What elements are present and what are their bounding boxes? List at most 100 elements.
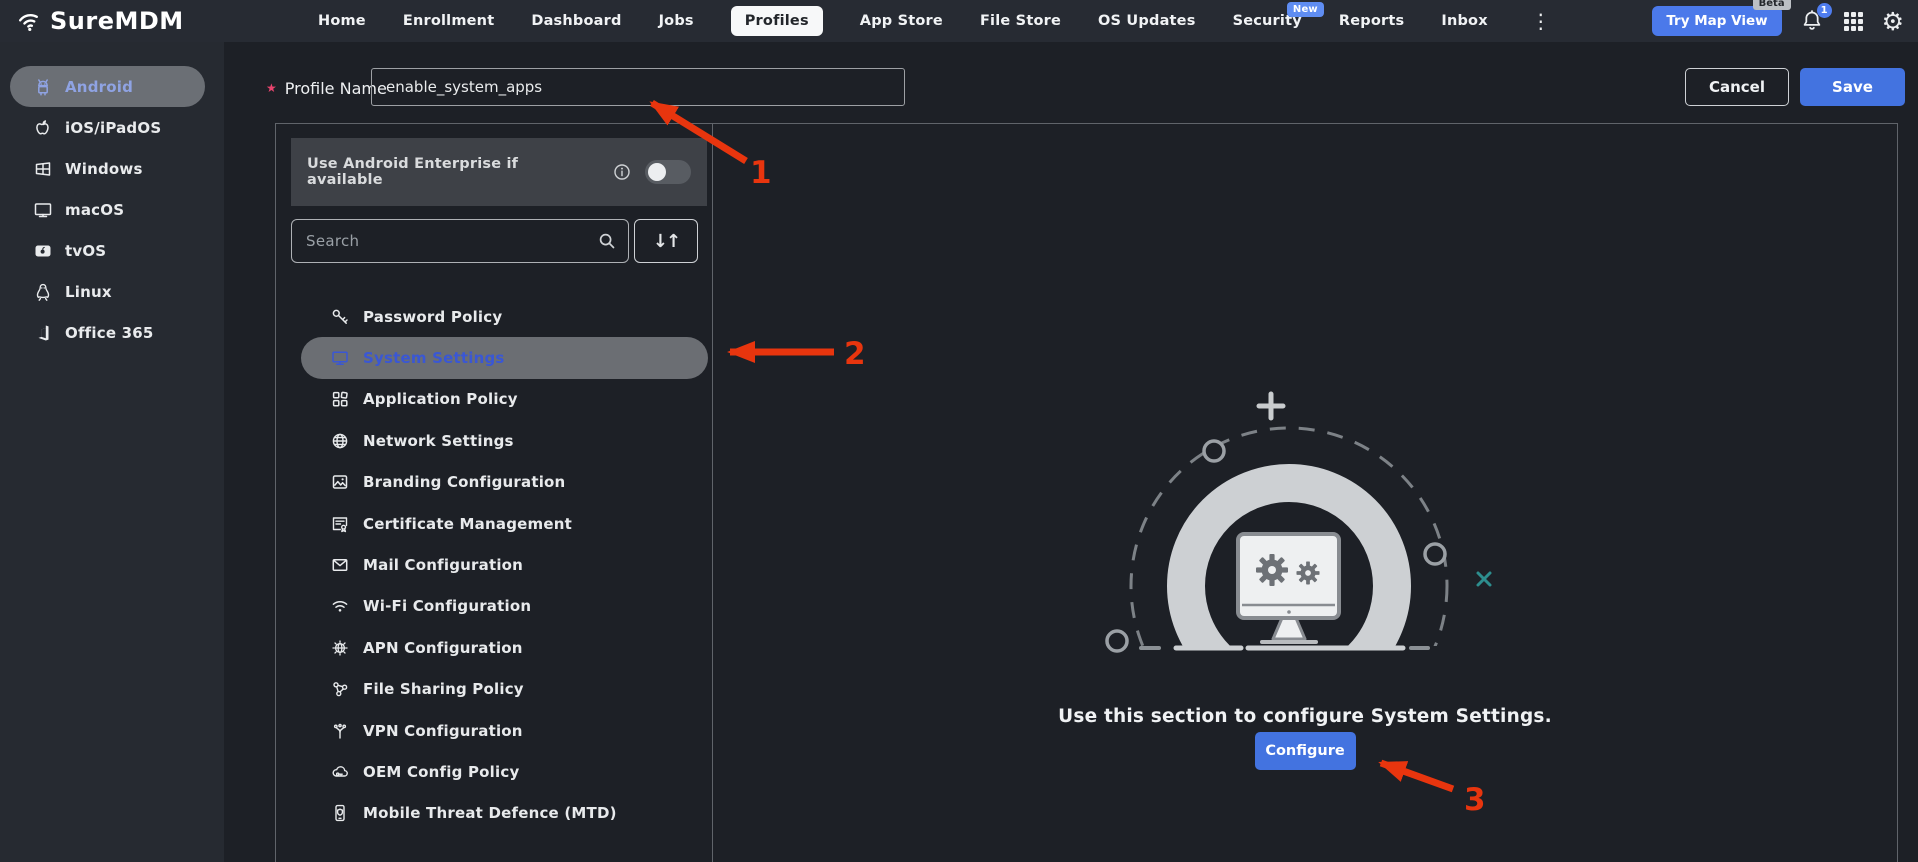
policy-item-label: APN Configuration: [363, 639, 523, 657]
policy-search-box: [291, 219, 629, 263]
search-icon: [598, 232, 616, 250]
nav-item-profiles[interactable]: Profiles: [731, 6, 823, 36]
policy-item-branding-configuration[interactable]: Branding Configuration: [301, 462, 708, 503]
new-badge: New: [1287, 2, 1324, 17]
sidebar-item-windows[interactable]: Windows: [0, 148, 224, 189]
nav-item-enrollment[interactable]: Enrollment: [403, 13, 494, 29]
sidebar-item-tvos[interactable]: tvOS: [0, 230, 224, 271]
section-caption: Use this section to configure System Set…: [713, 706, 1897, 727]
image-icon: [331, 473, 349, 491]
gear-globe-icon: [331, 639, 349, 657]
beta-badge: Beta: [1753, 0, 1791, 10]
policy-item-apn-configuration[interactable]: APN Configuration: [301, 627, 708, 668]
policy-item-label: System Settings: [363, 349, 505, 367]
policy-item-mobile-threat-defence[interactable]: Mobile Threat Defence (MTD): [301, 793, 708, 834]
save-button[interactable]: Save: [1800, 68, 1905, 106]
globe-icon: [331, 432, 349, 450]
android-enterprise-toggle[interactable]: [645, 160, 691, 184]
policy-item-label: VPN Configuration: [363, 722, 523, 740]
platform-sidebar: Android iOS/iPadOS Windows: [0, 42, 224, 862]
plus-decoration: [1259, 394, 1283, 418]
policy-item-vpn-configuration[interactable]: VPN Configuration: [301, 710, 708, 751]
sidebar-item-label: macOS: [65, 201, 124, 219]
policy-item-label: Password Policy: [363, 308, 502, 326]
try-map-view-label: Try Map View: [1666, 13, 1767, 29]
policy-item-password-policy[interactable]: Password Policy: [301, 296, 708, 337]
app-grid-icon: [331, 390, 349, 408]
mail-icon: [331, 556, 349, 574]
monitor-icon: [33, 200, 53, 220]
apple-tv-icon: [33, 241, 53, 261]
navbar-right-controls: Try Map View Beta 1 ⚙: [1652, 0, 1904, 42]
notification-count-badge: 1: [1817, 3, 1832, 18]
policy-item-system-settings[interactable]: System Settings: [301, 337, 708, 378]
phone-shield-icon: [331, 804, 349, 822]
policy-search-row: ↓↑: [291, 219, 707, 263]
info-icon[interactable]: [613, 163, 631, 181]
share-icon: [331, 680, 349, 698]
nav-item-dashboard[interactable]: Dashboard: [531, 13, 621, 29]
nav-item-home[interactable]: Home: [318, 13, 366, 29]
brand-name: SureMDM: [50, 7, 184, 35]
sidebar-item-label: tvOS: [65, 242, 106, 260]
suremdm-logo-icon: [16, 8, 42, 34]
sort-button[interactable]: ↓↑: [634, 219, 698, 263]
key-icon: [331, 308, 349, 326]
sidebar-item-ios-ipados[interactable]: iOS/iPadOS: [0, 107, 224, 148]
system-settings-illustration: [1076, 386, 1516, 676]
sidebar-item-office-365[interactable]: Office 365: [0, 312, 224, 353]
sidebar-item-android[interactable]: Android: [10, 66, 205, 107]
configure-button[interactable]: Configure: [1255, 732, 1356, 770]
policy-item-mail-configuration[interactable]: Mail Configuration: [301, 544, 708, 585]
policy-item-oem-config-policy[interactable]: OEM Config Policy: [301, 751, 708, 792]
certificate-icon: [331, 515, 349, 533]
monitor-gears-graphic: [1238, 534, 1339, 642]
more-menu-icon[interactable]: ⋮: [1531, 11, 1551, 31]
cloud-key-icon: [331, 763, 349, 781]
windows-icon: [33, 159, 53, 179]
policy-item-wifi-configuration[interactable]: Wi-Fi Configuration: [301, 586, 708, 627]
profile-name-label: ★ Profile Name: [266, 69, 387, 107]
policy-item-application-policy[interactable]: Application Policy: [301, 379, 708, 420]
settings-gear-icon[interactable]: ⚙: [1882, 9, 1904, 34]
profile-config-panel: Use Android Enterprise if available ↓↑: [275, 123, 1898, 862]
nav-item-jobs[interactable]: Jobs: [659, 13, 694, 29]
monitor-icon: [331, 349, 349, 367]
nav-item-file-store[interactable]: File Store: [980, 13, 1061, 29]
apple-icon: [33, 118, 53, 138]
nav-item-inbox[interactable]: Inbox: [1441, 13, 1487, 29]
nav-item-app-store[interactable]: App Store: [860, 13, 943, 29]
policy-item-certificate-management[interactable]: Certificate Management: [301, 503, 708, 544]
sidebar-item-label: Windows: [65, 160, 143, 178]
cancel-button[interactable]: Cancel: [1685, 68, 1789, 106]
policy-search-input[interactable]: [304, 231, 590, 251]
vpn-icon: [331, 722, 349, 740]
toggle-knob: [648, 163, 666, 181]
policy-item-network-settings[interactable]: Network Settings: [301, 420, 708, 461]
notifications-bell-icon[interactable]: 1: [1801, 9, 1825, 33]
sidebar-item-label: Office 365: [65, 324, 154, 342]
required-asterisk: ★: [266, 81, 277, 95]
policy-item-label: Wi-Fi Configuration: [363, 597, 531, 615]
sidebar-item-label: Linux: [65, 283, 112, 301]
try-map-view-button[interactable]: Try Map View Beta: [1652, 6, 1781, 36]
policy-item-label: OEM Config Policy: [363, 763, 519, 781]
x-decoration: [1478, 573, 1490, 585]
policy-item-label: Mail Configuration: [363, 556, 523, 574]
office-icon: [33, 323, 53, 343]
profile-name-input[interactable]: [371, 68, 905, 106]
sidebar-item-label: Android: [65, 78, 133, 96]
sidebar-item-linux[interactable]: Linux: [0, 271, 224, 312]
nav-item-os-updates[interactable]: OS Updates: [1098, 13, 1196, 29]
profile-toolbar: ★ Profile Name Cancel Save: [224, 42, 1918, 123]
nav-item-reports[interactable]: Reports: [1339, 13, 1404, 29]
policy-item-label: Network Settings: [363, 432, 514, 450]
sidebar-item-macos[interactable]: macOS: [0, 189, 224, 230]
nav-item-security[interactable]: Security New: [1233, 13, 1302, 29]
policy-item-file-sharing-policy[interactable]: File Sharing Policy: [301, 669, 708, 710]
policy-item-label: Mobile Threat Defence (MTD): [363, 804, 617, 822]
policy-item-label: Branding Configuration: [363, 473, 565, 491]
apps-grid-icon[interactable]: [1844, 12, 1863, 31]
policy-item-label: Application Policy: [363, 390, 518, 408]
main-nav: Home Enrollment Dashboard Jobs Profiles …: [318, 0, 1551, 42]
